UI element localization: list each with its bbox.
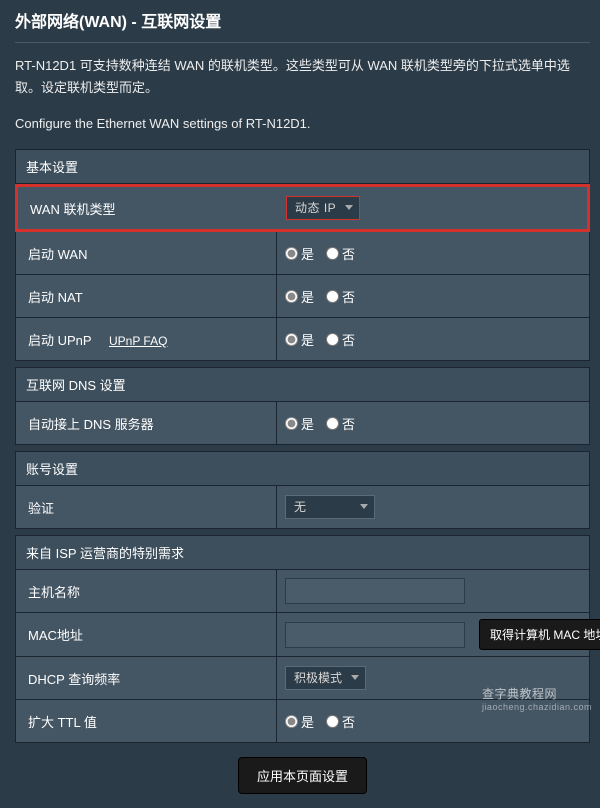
intro-text-2: Configure the Ethernet WAN settings of R… — [15, 113, 590, 135]
label-mac-addr: MAC地址 — [16, 615, 276, 654]
radio-dns-no[interactable] — [326, 417, 339, 430]
label-enable-nat: 启动 NAT — [16, 277, 276, 316]
label-auth: 验证 — [16, 488, 276, 527]
label-auto-dns: 自动接上 DNS 服务器 — [16, 404, 276, 443]
section-isp-header: 来自 ISP 运营商的特别需求 — [15, 535, 590, 570]
row-auto-dns: 自动接上 DNS 服务器 是 否 — [15, 402, 590, 445]
link-upnp-faq[interactable]: UPnP FAQ — [109, 334, 167, 348]
apply-button[interactable]: 应用本页面设置 — [238, 757, 367, 794]
radio-ttl-yes[interactable] — [285, 715, 298, 728]
radio-nat-yes[interactable] — [285, 290, 298, 303]
label-dhcp-freq: DHCP 查询频率 — [16, 659, 276, 698]
label-wan-type: WAN 联机类型 — [18, 189, 278, 228]
row-enable-nat: 启动 NAT 是 否 — [15, 275, 590, 318]
intro-text-1: RT-N12D1 可支持数种连结 WAN 的联机类型。这些类型可从 WAN 联机… — [15, 55, 590, 99]
radio-wan-no[interactable] — [326, 247, 339, 260]
row-enable-upnp: 启动 UPnP UPnP FAQ 是 否 — [15, 318, 590, 361]
radio-upnp-no[interactable] — [326, 333, 339, 346]
select-auth[interactable]: 无 — [285, 495, 375, 519]
radio-label-yes: 是 — [301, 244, 314, 263]
select-wan-type[interactable]: 动态 IP — [286, 196, 360, 220]
row-mac-addr: MAC地址 取得计算机 MAC 地址 — [15, 613, 590, 657]
radio-ttl-no[interactable] — [326, 715, 339, 728]
radio-nat-no[interactable] — [326, 290, 339, 303]
label-host-name: 主机名称 — [16, 572, 276, 611]
label-enable-upnp: 启动 UPnP — [28, 333, 91, 348]
label-ttl: 扩大 TTL 值 — [16, 702, 276, 741]
section-dns-header: 互联网 DNS 设置 — [15, 367, 590, 402]
input-mac-addr[interactable] — [285, 622, 465, 648]
row-wan-type: WAN 联机类型 动态 IP — [15, 184, 590, 232]
watermark: 查字典教程网 jiaocheng.chazidian.com — [482, 685, 592, 712]
radio-dns-yes[interactable] — [285, 417, 298, 430]
row-enable-wan: 启动 WAN 是 否 — [15, 232, 590, 275]
select-dhcp-freq[interactable]: 积极模式 — [285, 666, 366, 690]
section-account-header: 账号设置 — [15, 451, 590, 486]
section-basic-header: 基本设置 — [15, 149, 590, 184]
radio-label-no: 否 — [342, 244, 355, 263]
row-auth: 验证 无 — [15, 486, 590, 529]
page-title: 外部网络(WAN) - 互联网设置 — [15, 0, 590, 43]
input-host-name[interactable] — [285, 578, 465, 604]
label-enable-wan: 启动 WAN — [16, 234, 276, 273]
row-host-name: 主机名称 — [15, 570, 590, 613]
radio-upnp-yes[interactable] — [285, 333, 298, 346]
button-get-mac[interactable]: 取得计算机 MAC 地址 — [479, 619, 600, 650]
radio-wan-yes[interactable] — [285, 247, 298, 260]
